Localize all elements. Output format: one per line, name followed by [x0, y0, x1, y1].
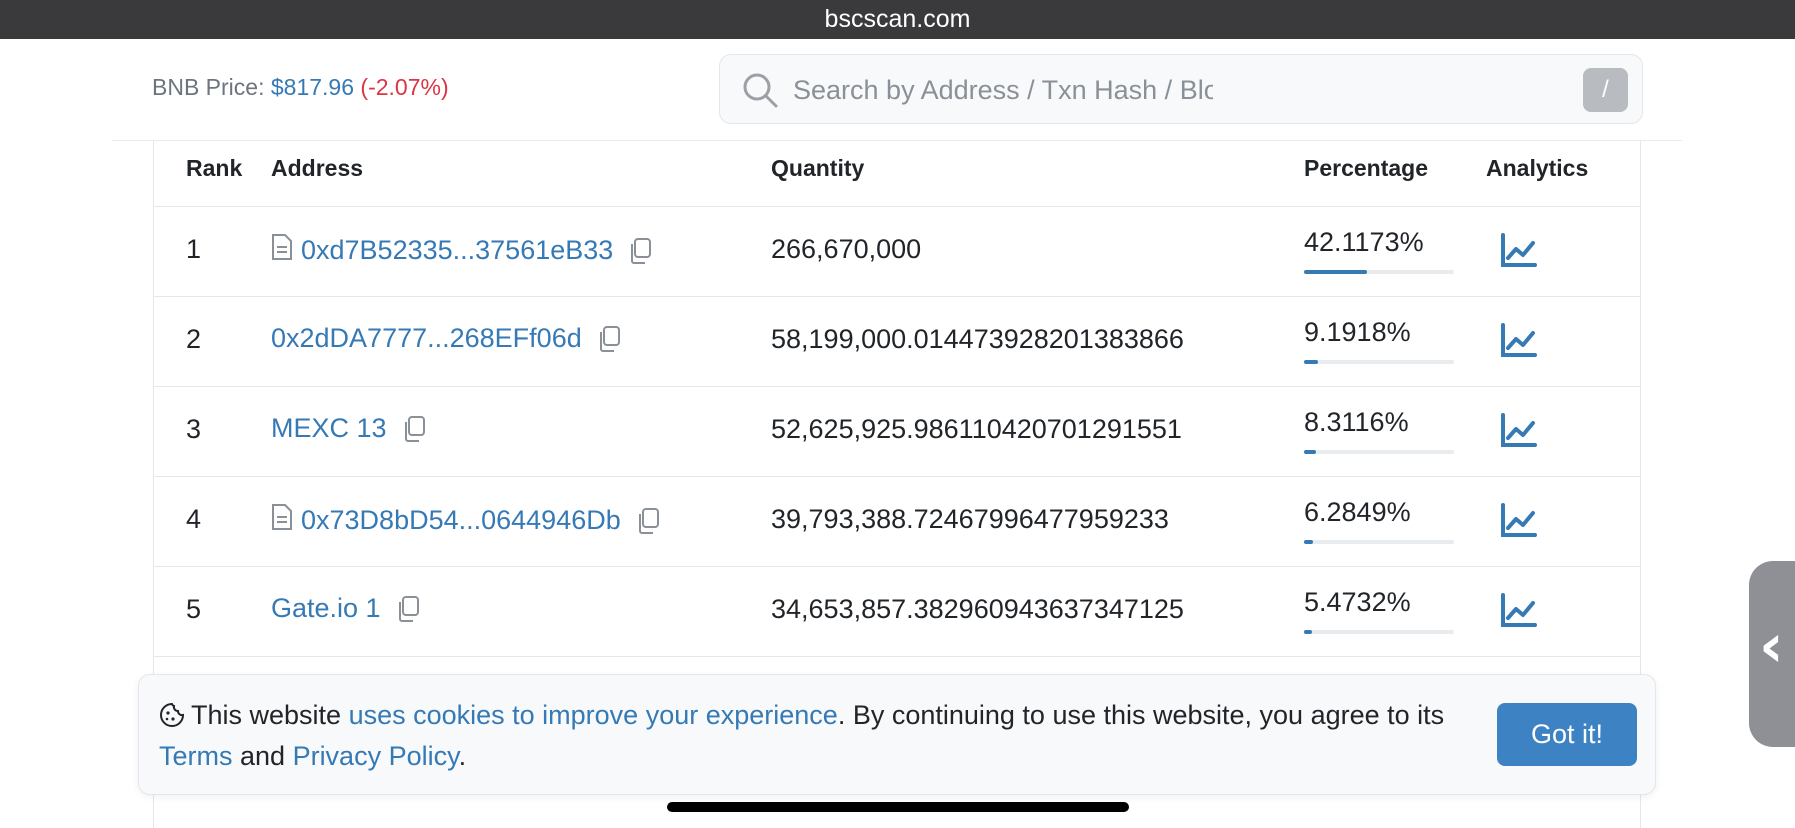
- privacy-policy-link[interactable]: Privacy Policy: [293, 741, 459, 771]
- address-link[interactable]: Gate.io 1: [271, 593, 381, 624]
- search-box[interactable]: /: [719, 54, 1643, 124]
- quantity-cell: 39,793,388.72467996477959233: [771, 504, 1169, 534]
- table-header: Rank Address Quantity Percentage Analyti…: [154, 141, 1640, 207]
- address-cell: 0xd7B52335...37561eB33: [271, 233, 653, 268]
- quantity-cell: 58,199,000.01447392820138386​6: [771, 324, 1184, 354]
- analytics-chart-icon[interactable]: [1499, 321, 1539, 361]
- percentage-bar-fill: [1304, 270, 1368, 274]
- rank-cell: 3: [186, 414, 202, 444]
- percentage-bar-fill: [1304, 450, 1317, 454]
- table-row: 2 0x2dDA7777...268EFf06d 58,199,000.014473…: [154, 297, 1640, 387]
- percentage-bar: [1304, 630, 1454, 634]
- quantity-cell: 34,653,857.38296094363734712​5: [771, 594, 1184, 624]
- col-rank: Rank: [186, 155, 243, 181]
- analytics-chart-icon[interactable]: [1499, 591, 1539, 631]
- quantity-cell: 266,670,000: [771, 234, 922, 264]
- cookie-text-2: . By continuing to use this website, you…: [837, 700, 1445, 730]
- percentage-cell: 6.2849%: [1304, 497, 1411, 527]
- col-quantity: Quantity: [771, 155, 865, 181]
- bnb-price-label: BNB Price:: [152, 74, 271, 100]
- analytics-chart-icon[interactable]: [1499, 411, 1539, 451]
- url-text: bscscan.com: [824, 5, 971, 33]
- analytics-chart-icon[interactable]: [1499, 231, 1539, 271]
- copy-icon[interactable]: [629, 507, 661, 535]
- home-indicator: [667, 802, 1129, 812]
- copy-icon[interactable]: [395, 415, 427, 443]
- search-shortcut-key: /: [1583, 68, 1628, 112]
- col-analytics: Analytics: [1486, 155, 1589, 181]
- rank-cell: 4: [186, 504, 202, 534]
- cookie-banner: This website uses cookies to improve you…: [138, 674, 1656, 795]
- cookie-text: This website uses cookies to improve you…: [159, 695, 1459, 777]
- address-link[interactable]: 0x73D8bD54...0644946Db: [301, 505, 621, 536]
- copy-icon[interactable]: [389, 595, 421, 623]
- address-cell: 0x73D8bD54...0644946Db: [271, 503, 661, 538]
- col-percentage: Percentage: [1304, 155, 1429, 181]
- copy-icon[interactable]: [590, 325, 622, 353]
- cookie-text-3: and: [232, 741, 293, 771]
- cookie-policy-link[interactable]: uses cookies to improve your experience: [349, 700, 838, 730]
- copy-icon[interactable]: [621, 237, 653, 265]
- side-drawer-tab[interactable]: ‹: [1749, 561, 1795, 747]
- address-link[interactable]: 0xd7B52335...37561eB33: [301, 235, 613, 266]
- address-cell: MEXC 13: [271, 413, 427, 444]
- search-icon: [743, 73, 778, 108]
- percentage-cell: 5.4732%: [1304, 587, 1411, 617]
- chevron-left-icon: ‹: [1759, 611, 1784, 681]
- percentage-cell: 8.3116%: [1304, 407, 1409, 437]
- address-cell: 0x2dDA7777...268EFf06d: [271, 323, 622, 354]
- search-input[interactable]: [793, 69, 1213, 111]
- address-link[interactable]: 0x2dDA7777...268EFf06d: [271, 323, 582, 354]
- contract-icon: [271, 233, 293, 268]
- percentage-bar-fill: [1304, 540, 1314, 544]
- address-link[interactable]: MEXC 13: [271, 413, 387, 444]
- address-cell: Gate.io 1: [271, 593, 421, 624]
- got-it-button[interactable]: Got it!: [1497, 703, 1637, 766]
- rank-cell: 1: [186, 234, 202, 264]
- percentage-cell: 9.1918%: [1304, 317, 1411, 347]
- bnb-price: BNB Price: $817.96 (-2.07%): [152, 74, 449, 101]
- terms-link[interactable]: Terms: [159, 741, 233, 771]
- table-row: 3 MEXC 13 52,625,925.98611042070129155​1 8.…: [154, 387, 1640, 477]
- table-row: 5 Gate.io 1 34,653,857.38296094363734712​5…: [154, 567, 1640, 657]
- percentage-bar: [1304, 270, 1454, 274]
- percentage-bar-fill: [1304, 360, 1318, 364]
- analytics-chart-icon[interactable]: [1499, 501, 1539, 541]
- cookie-text-1: This website: [191, 700, 349, 730]
- percentage-bar: [1304, 360, 1454, 364]
- quantity-cell: 52,625,925.98611042070129155​1: [771, 414, 1182, 444]
- percentage-bar: [1304, 540, 1454, 544]
- table-row: 1 0xd7B52335...37561eB33 266,670,000 42.117…: [154, 207, 1640, 297]
- table-row: 4 0x73D8bD54...0644946Db 39,793,388.724679…: [154, 477, 1640, 567]
- cookie-text-4: .: [458, 741, 467, 771]
- rank-cell: 5: [186, 594, 202, 624]
- col-address: Address: [271, 155, 364, 181]
- bnb-price-value[interactable]: $817.96: [271, 74, 354, 100]
- cookie-icon: [160, 702, 185, 727]
- percentage-bar: [1304, 450, 1454, 454]
- bnb-price-change: (-2.07%): [360, 74, 449, 100]
- rank-cell: 2: [186, 324, 202, 354]
- contract-icon: [271, 503, 293, 538]
- percentage-bar-fill: [1304, 630, 1313, 634]
- percentage-cell: 42.1173%: [1304, 227, 1424, 257]
- browser-url-bar[interactable]: bscscan.com: [0, 0, 1795, 39]
